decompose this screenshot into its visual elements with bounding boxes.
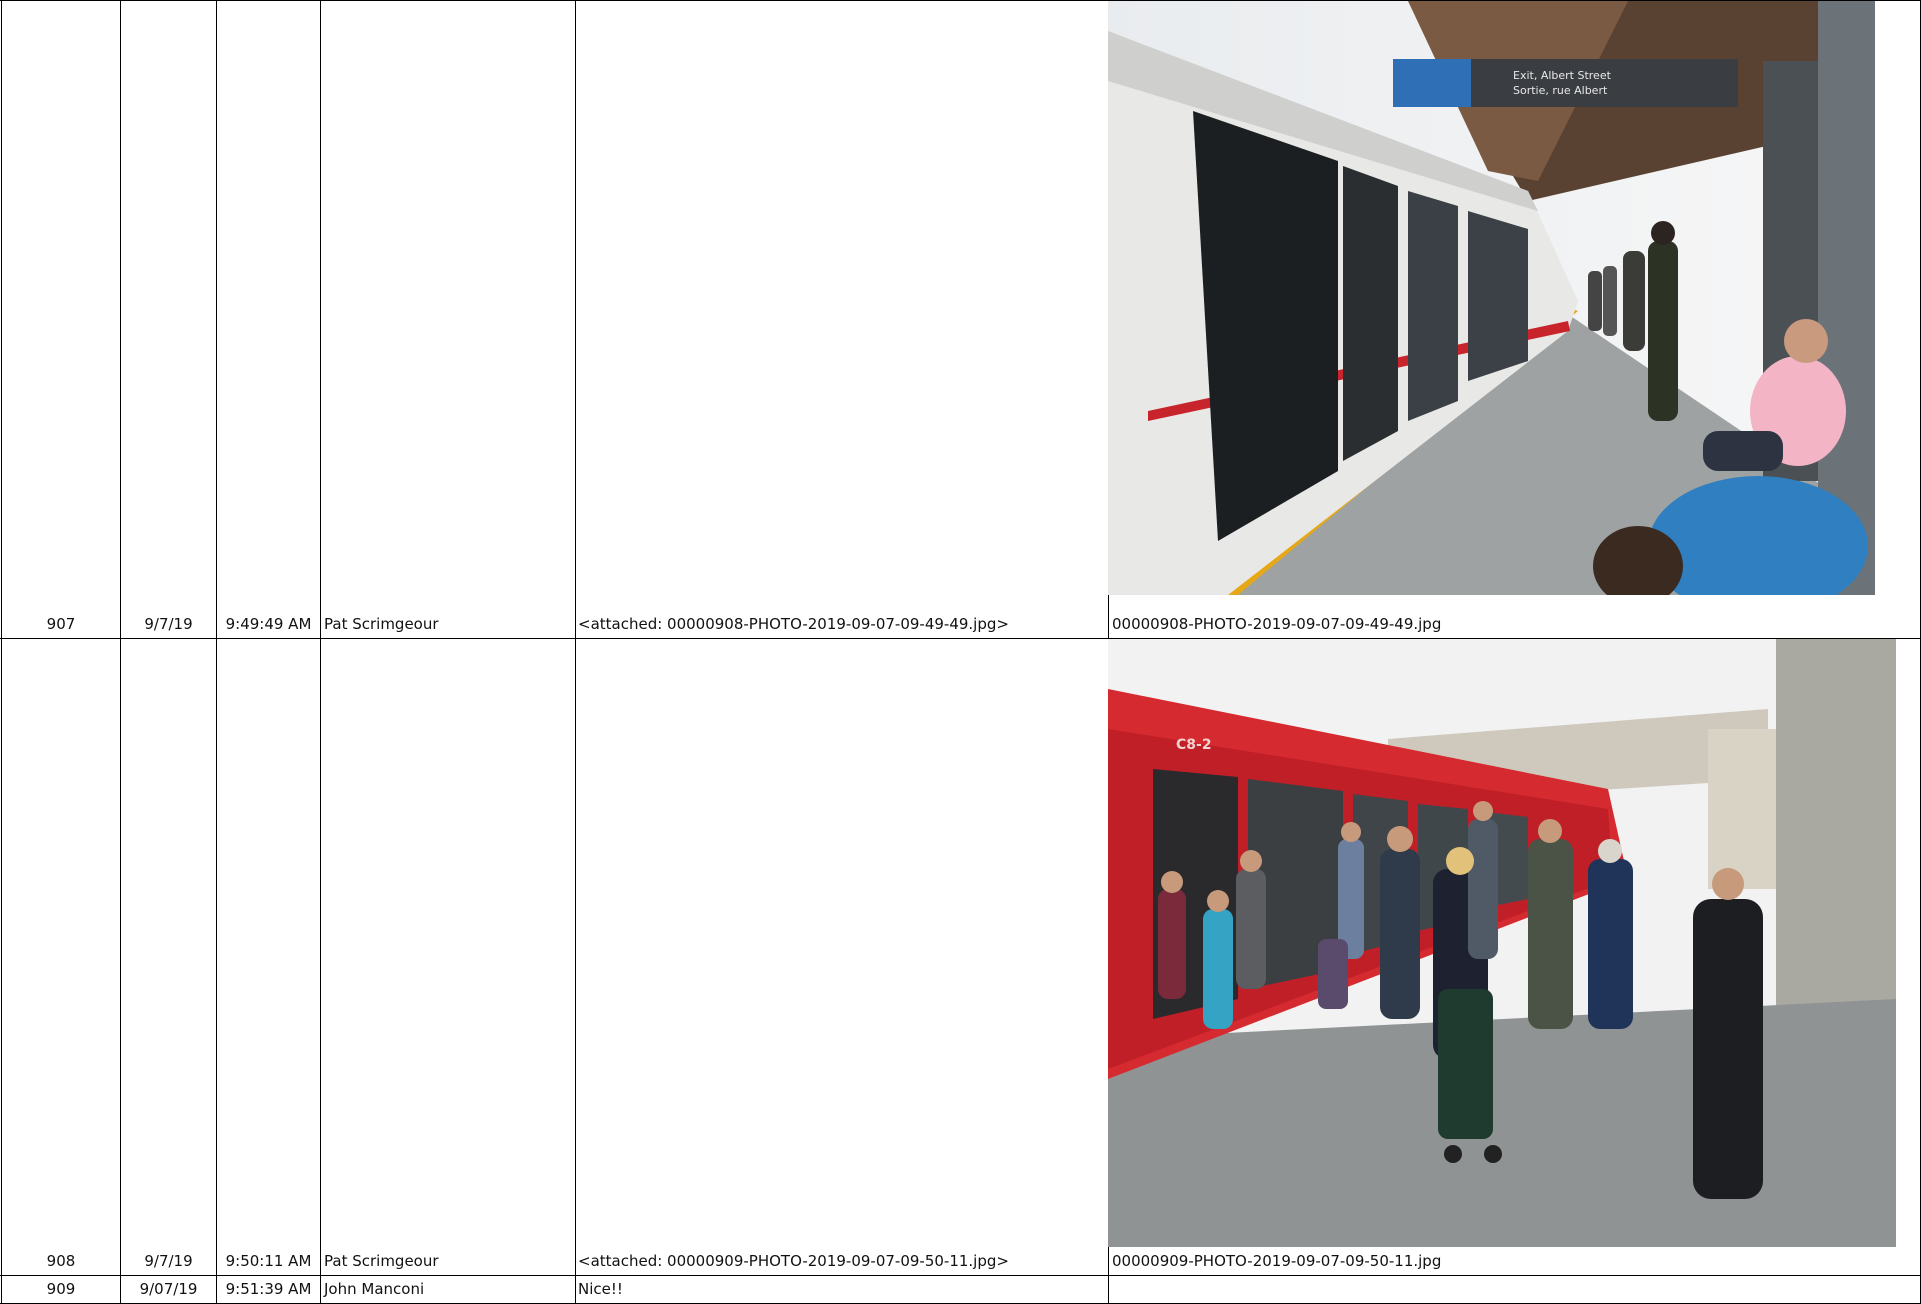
crowd-boarding-photo: C8-2	[1108, 639, 1896, 1247]
sign-line-1: Exit, Albert Street	[1513, 69, 1612, 82]
attached-photo[interactable]: Exit, Albert Street Sortie, rue Albert	[1108, 1, 1875, 595]
attached-photo[interactable]: C8-2	[1108, 639, 1896, 1247]
message-number: 908	[46, 1252, 76, 1270]
column-divider	[1, 0, 2, 1304]
sign-line-2: Sortie, rue Albert	[1513, 84, 1608, 97]
chat-export-table: Exit, Albert Street Sortie, rue Albert 9…	[0, 0, 1921, 1304]
attachment-filename[interactable]: 00000908-PHOTO-2019-09-07-09-49-49.jpg	[1112, 615, 1441, 633]
train-platform-photo: Exit, Albert Street Sortie, rue Albert	[1108, 1, 1875, 595]
column-divider	[575, 0, 576, 1304]
message-date: 9/07/19	[139, 1280, 198, 1298]
column-divider	[320, 0, 321, 1304]
message-text: Nice!!	[578, 1280, 623, 1298]
column-divider	[120, 0, 121, 1304]
message-sender: Pat Scrimgeour	[324, 1252, 439, 1270]
message-time: 9:49:49 AM	[225, 615, 312, 633]
message-date: 9/7/19	[144, 615, 193, 633]
train-number-label: C8-2	[1176, 737, 1212, 753]
column-divider	[216, 0, 217, 1304]
message-sender: Pat Scrimgeour	[324, 615, 439, 633]
message-number: 909	[46, 1280, 76, 1298]
row-divider	[0, 1275, 1921, 1276]
message-number: 907	[46, 615, 76, 633]
message-date: 9/7/19	[144, 1252, 193, 1270]
message-time: 9:50:11 AM	[225, 1252, 312, 1270]
attachment-filename[interactable]: 00000909-PHOTO-2019-09-07-09-50-11.jpg	[1112, 1252, 1441, 1270]
message-sender: John Manconi	[324, 1280, 425, 1298]
message-text: <attached: 00000909-PHOTO-2019-09-07-09-…	[578, 1252, 1009, 1270]
message-text: <attached: 00000908-PHOTO-2019-09-07-09-…	[578, 615, 1009, 633]
message-time: 9:51:39 AM	[225, 1280, 312, 1298]
